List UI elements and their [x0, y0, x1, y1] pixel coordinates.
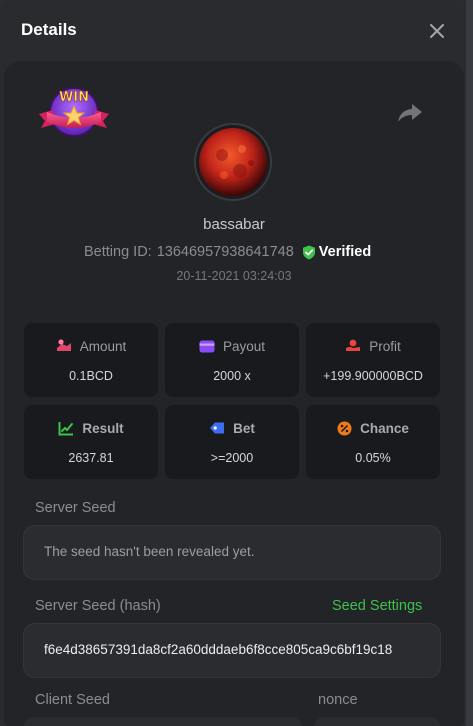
hand-coin-icon	[345, 339, 361, 353]
close-button[interactable]	[424, 18, 450, 44]
stat-chance-label: Chance	[360, 420, 409, 436]
client-seed-field[interactable]	[23, 717, 303, 726]
seed-settings-link[interactable]: Seed Settings	[332, 598, 422, 614]
betting-id-line: Betting ID: 13646957938641748 Verified	[84, 242, 371, 262]
stat-result-value: 2637.81	[68, 451, 114, 465]
stat-result: Result 2637.81	[24, 405, 158, 479]
stat-bet-label: Bet	[233, 420, 255, 436]
stat-profit-label: Profit	[369, 338, 401, 354]
client-seed-label: Client Seed	[35, 692, 110, 708]
stat-bet-value: >=2000	[210, 451, 254, 465]
verified-label: Verified	[318, 244, 372, 260]
stat-bet: Bet >=2000	[165, 405, 299, 479]
coin-hand-icon	[56, 339, 72, 353]
stat-amount-value: 0.1BCD	[69, 369, 113, 383]
server-seed-value: The seed hasn't been revealed yet.	[44, 544, 255, 559]
tag-icon	[209, 421, 225, 435]
percent-icon	[337, 421, 352, 436]
share-icon	[398, 104, 422, 122]
server-seed-hash-field[interactable]: f6e4d38657391da8cf2a60dddaeb6f8cce805ca9…	[23, 623, 441, 678]
win-badge: WIN	[35, 84, 113, 142]
stat-payout: Payout 2000 x	[165, 323, 299, 397]
stat-amount: Amount 0.1BCD	[24, 323, 158, 397]
stat-chance-value: 0.05%	[355, 451, 391, 465]
username: bassabar	[203, 216, 265, 233]
share-button[interactable]	[395, 100, 425, 126]
verified-badge: Verified	[302, 244, 371, 260]
betting-id-value: 13646957938641748	[156, 244, 294, 260]
stat-profit-value: +199.900000BCD	[323, 369, 423, 383]
server-seed-hash-label: Server Seed (hash)	[35, 598, 161, 614]
avatar	[196, 125, 270, 199]
details-modal: Details WIN bassabar Betting ID: 1364695…	[0, 0, 468, 726]
stat-chance: Chance 0.05%	[306, 405, 440, 479]
stat-amount-label: Amount	[79, 338, 127, 354]
server-seed-hash-value: f6e4d38657391da8cf2a60dddaeb6f8cce805ca9…	[44, 642, 393, 657]
modal-title: Details	[21, 20, 77, 39]
svg-text:WIN: WIN	[59, 90, 89, 105]
server-seed-field: The seed hasn't been revealed yet.	[23, 525, 441, 580]
modal-header: Details	[0, 0, 468, 60]
stat-payout-label: Payout	[222, 338, 266, 354]
stat-payout-value: 2000 x	[213, 369, 251, 383]
server-seed-label: Server Seed	[35, 500, 116, 516]
stat-profit: Profit +199.900000BCD	[306, 323, 440, 397]
page-edge	[466, 0, 473, 726]
wallet-icon	[199, 340, 215, 353]
nonce-label: nonce	[318, 692, 358, 708]
nonce-field[interactable]	[313, 717, 441, 726]
chart-check-icon	[58, 421, 74, 436]
betting-id-label: Betting ID:	[84, 244, 152, 260]
close-icon	[430, 24, 444, 38]
stat-result-label: Result	[82, 420, 124, 436]
shield-check-icon	[302, 245, 315, 259]
bet-datetime: 20-11-2021 03:24:03	[176, 269, 292, 283]
